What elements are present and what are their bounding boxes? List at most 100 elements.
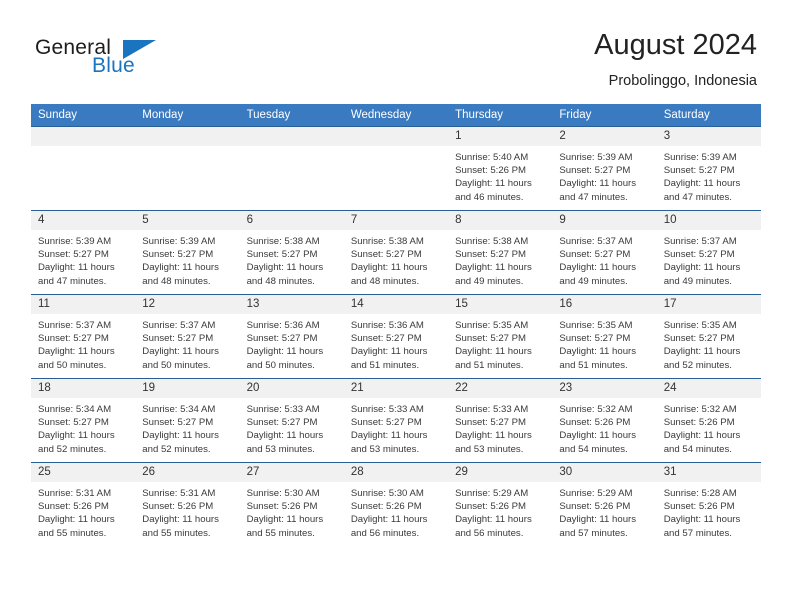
- calendar-day-cell[interactable]: 20 Sunrise: 5:33 AM Sunset: 5:27 PM Dayligh…: [239, 378, 344, 463]
- daylight-text-line2: and 47 minutes.: [559, 191, 628, 203]
- day-number: 21: [343, 379, 449, 398]
- calendar-day-cell[interactable]: 24 Sunrise: 5:32 AM Sunset: 5:26 PM Dayligh…: [656, 378, 761, 463]
- day-details: Sunrise: 5:33 AM Sunset: 5:27 PM Daylight:…: [344, 398, 448, 456]
- daylight-text-line2: and 48 minutes.: [142, 275, 211, 287]
- calendar-day-cell[interactable]: 25 Sunrise: 5:31 AM Sunset: 5:26 PM Dayligh…: [31, 462, 136, 546]
- weekday-header-sunday: Sunday: [31, 104, 136, 127]
- general-blue-logo[interactable]: General Blue: [35, 36, 205, 88]
- calendar-day-cell[interactable]: 28 Sunrise: 5:30 AM Sunset: 5:26 PM Dayligh…: [343, 462, 449, 546]
- day-number: 24: [656, 379, 761, 398]
- calendar-day-cell[interactable]: 10 Sunrise: 5:37 AM Sunset: 5:27 PM Dayligh…: [656, 210, 761, 295]
- calendar-day-cell[interactable]: 11 Sunrise: 5:37 AM Sunset: 5:27 PM Dayligh…: [31, 294, 136, 379]
- day-number: 5: [135, 211, 240, 230]
- day-number: [239, 127, 344, 146]
- calendar-week-row: 18 Sunrise: 5:34 AM Sunset: 5:27 PM Dayligh…: [31, 378, 761, 463]
- daylight-text-line1: Daylight: 11 hours: [559, 430, 637, 442]
- daylight-text-line2: and 55 minutes.: [246, 527, 315, 539]
- calendar-day-cell[interactable]: 7 Sunrise: 5:38 AM Sunset: 5:27 PM Daylight…: [343, 210, 449, 295]
- calendar-day-cell[interactable]: 13 Sunrise: 5:36 AM Sunset: 5:27 PM Dayligh…: [239, 294, 344, 379]
- daylight-text-line1: Daylight: 11 hours: [38, 346, 115, 358]
- calendar-header-row: Sunday Monday Tuesday Wednesday Thursday…: [31, 104, 761, 127]
- sunset-text: Sunset: 5:27 PM: [350, 333, 422, 345]
- calendar-day-cell[interactable]: 22 Sunrise: 5:33 AM Sunset: 5:27 PM Dayligh…: [448, 378, 553, 463]
- sunset-text: Sunset: 5:27 PM: [38, 333, 109, 345]
- calendar-day-cell[interactable]: 21 Sunrise: 5:33 AM Sunset: 5:27 PM Dayligh…: [343, 378, 449, 463]
- daylight-text-line2: and 47 minutes.: [663, 191, 732, 203]
- day-details: Sunrise: 5:37 AM Sunset: 5:27 PM Daylight:…: [552, 230, 656, 288]
- calendar-day-cell[interactable]: 2 Sunrise: 5:39 AM Sunset: 5:27 PM Daylight…: [552, 126, 657, 211]
- day-details: Sunrise: 5:37 AM Sunset: 5:27 PM Daylight:…: [135, 314, 239, 372]
- calendar-day-cell[interactable]: 17 Sunrise: 5:35 AM Sunset: 5:27 PM Dayligh…: [656, 294, 761, 379]
- calendar-day-cell[interactable]: 26 Sunrise: 5:31 AM Sunset: 5:26 PM Dayligh…: [135, 462, 240, 546]
- calendar-week-row: 4 Sunrise: 5:39 AM Sunset: 5:27 PM Daylight…: [31, 210, 761, 295]
- day-number: 12: [135, 295, 240, 314]
- calendar-day-cell[interactable]: 14 Sunrise: 5:36 AM Sunset: 5:27 PM Dayligh…: [343, 294, 449, 379]
- calendar-day-cell[interactable]: 3 Sunrise: 5:39 AM Sunset: 5:27 PM Daylight…: [656, 126, 761, 211]
- daylight-text-line2: and 50 minutes.: [246, 359, 315, 371]
- calendar-day-cell[interactable]: 31 Sunrise: 5:28 AM Sunset: 5:26 PM Dayligh…: [656, 462, 761, 546]
- weekday-header-tuesday: Tuesday: [239, 104, 344, 127]
- day-details: Sunrise: 5:36 AM Sunset: 5:27 PM Daylight:…: [344, 314, 448, 372]
- sunset-text: Sunset: 5:26 PM: [142, 501, 214, 513]
- day-number: 20: [239, 379, 344, 398]
- sunrise-text: Sunrise: 5:39 AM: [38, 236, 112, 247]
- daylight-text-line1: Daylight: 11 hours: [142, 430, 219, 442]
- sunset-text: Sunset: 5:26 PM: [350, 501, 422, 513]
- sunrise-text: Sunrise: 5:33 AM: [246, 404, 320, 415]
- sunrise-text: Sunrise: 5:35 AM: [455, 320, 529, 331]
- calendar-day-cell[interactable]: 23 Sunrise: 5:32 AM Sunset: 5:26 PM Dayligh…: [552, 378, 657, 463]
- sunset-text: Sunset: 5:26 PM: [663, 501, 735, 513]
- daylight-text-line1: Daylight: 11 hours: [142, 514, 219, 526]
- calendar-day-cell[interactable]: 29 Sunrise: 5:29 AM Sunset: 5:26 PM Dayligh…: [448, 462, 553, 546]
- daylight-text-line1: Daylight: 11 hours: [559, 262, 637, 274]
- sunrise-text: Sunrise: 5:39 AM: [559, 152, 633, 163]
- daylight-text-line1: Daylight: 11 hours: [246, 346, 324, 358]
- sunrise-text: Sunrise: 5:32 AM: [663, 404, 737, 415]
- daylight-text-line2: and 55 minutes.: [142, 527, 211, 539]
- calendar-day-cell[interactable]: 18 Sunrise: 5:34 AM Sunset: 5:27 PM Dayligh…: [31, 378, 136, 463]
- weekday-header-friday: Friday: [552, 104, 657, 127]
- calendar-day-cell[interactable]: 12 Sunrise: 5:37 AM Sunset: 5:27 PM Dayligh…: [135, 294, 240, 379]
- calendar-day-cell[interactable]: 19 Sunrise: 5:34 AM Sunset: 5:27 PM Dayligh…: [135, 378, 240, 463]
- daylight-text-line2: and 53 minutes.: [455, 443, 524, 455]
- sunset-text: Sunset: 5:27 PM: [559, 249, 631, 261]
- weekday-header-thursday: Thursday: [448, 104, 553, 127]
- day-number: 22: [448, 379, 553, 398]
- calendar-day-cell-empty: [239, 126, 344, 211]
- sunset-text: Sunset: 5:26 PM: [38, 501, 109, 513]
- calendar-day-cell[interactable]: 1 Sunrise: 5:40 AM Sunset: 5:26 PM Daylight…: [448, 126, 553, 211]
- day-details: Sunrise: 5:35 AM Sunset: 5:27 PM Daylight:…: [552, 314, 656, 372]
- calendar-day-cell[interactable]: 6 Sunrise: 5:38 AM Sunset: 5:27 PM Daylight…: [239, 210, 344, 295]
- sunset-text: Sunset: 5:27 PM: [142, 249, 214, 261]
- day-details: Sunrise: 5:38 AM Sunset: 5:27 PM Daylight:…: [448, 230, 552, 288]
- day-details: Sunrise: 5:32 AM Sunset: 5:26 PM Daylight:…: [657, 398, 761, 456]
- sunrise-text: Sunrise: 5:36 AM: [350, 320, 424, 331]
- sunrise-text: Sunrise: 5:29 AM: [455, 488, 529, 499]
- daylight-text-line2: and 53 minutes.: [246, 443, 315, 455]
- day-number: 18: [31, 379, 136, 398]
- calendar-day-cell[interactable]: 4 Sunrise: 5:39 AM Sunset: 5:27 PM Daylight…: [31, 210, 136, 295]
- calendar-day-cell[interactable]: 9 Sunrise: 5:37 AM Sunset: 5:27 PM Daylight…: [552, 210, 657, 295]
- calendar-day-cell[interactable]: 8 Sunrise: 5:38 AM Sunset: 5:27 PM Daylight…: [448, 210, 553, 295]
- daylight-text-line2: and 56 minutes.: [455, 527, 524, 539]
- page-title: August 2024: [594, 29, 757, 61]
- sunrise-text: Sunrise: 5:35 AM: [663, 320, 737, 331]
- daylight-text-line2: and 55 minutes.: [38, 527, 107, 539]
- calendar-day-cell[interactable]: 30 Sunrise: 5:29 AM Sunset: 5:26 PM Dayligh…: [552, 462, 657, 546]
- daylight-text-line1: Daylight: 11 hours: [663, 514, 741, 526]
- daylight-text-line2: and 52 minutes.: [663, 359, 732, 371]
- sunset-text: Sunset: 5:27 PM: [455, 333, 527, 345]
- calendar-day-cell[interactable]: 5 Sunrise: 5:39 AM Sunset: 5:27 PM Daylight…: [135, 210, 240, 295]
- calendar-grid: Sunday Monday Tuesday Wednesday Thursday…: [31, 104, 761, 546]
- day-number: [343, 127, 449, 146]
- daylight-text-line2: and 49 minutes.: [663, 275, 732, 287]
- calendar-day-cell[interactable]: 16 Sunrise: 5:35 AM Sunset: 5:27 PM Dayligh…: [552, 294, 657, 379]
- sunrise-text: Sunrise: 5:36 AM: [246, 320, 320, 331]
- day-number: 11: [31, 295, 136, 314]
- calendar-day-cell[interactable]: 15 Sunrise: 5:35 AM Sunset: 5:27 PM Dayligh…: [448, 294, 553, 379]
- sunset-text: Sunset: 5:27 PM: [38, 249, 109, 261]
- calendar-day-cell-empty: [343, 126, 449, 211]
- day-details: Sunrise: 5:39 AM Sunset: 5:27 PM Daylight:…: [657, 146, 761, 204]
- day-number: 17: [656, 295, 761, 314]
- calendar-day-cell[interactable]: 27 Sunrise: 5:30 AM Sunset: 5:26 PM Dayligh…: [239, 462, 344, 546]
